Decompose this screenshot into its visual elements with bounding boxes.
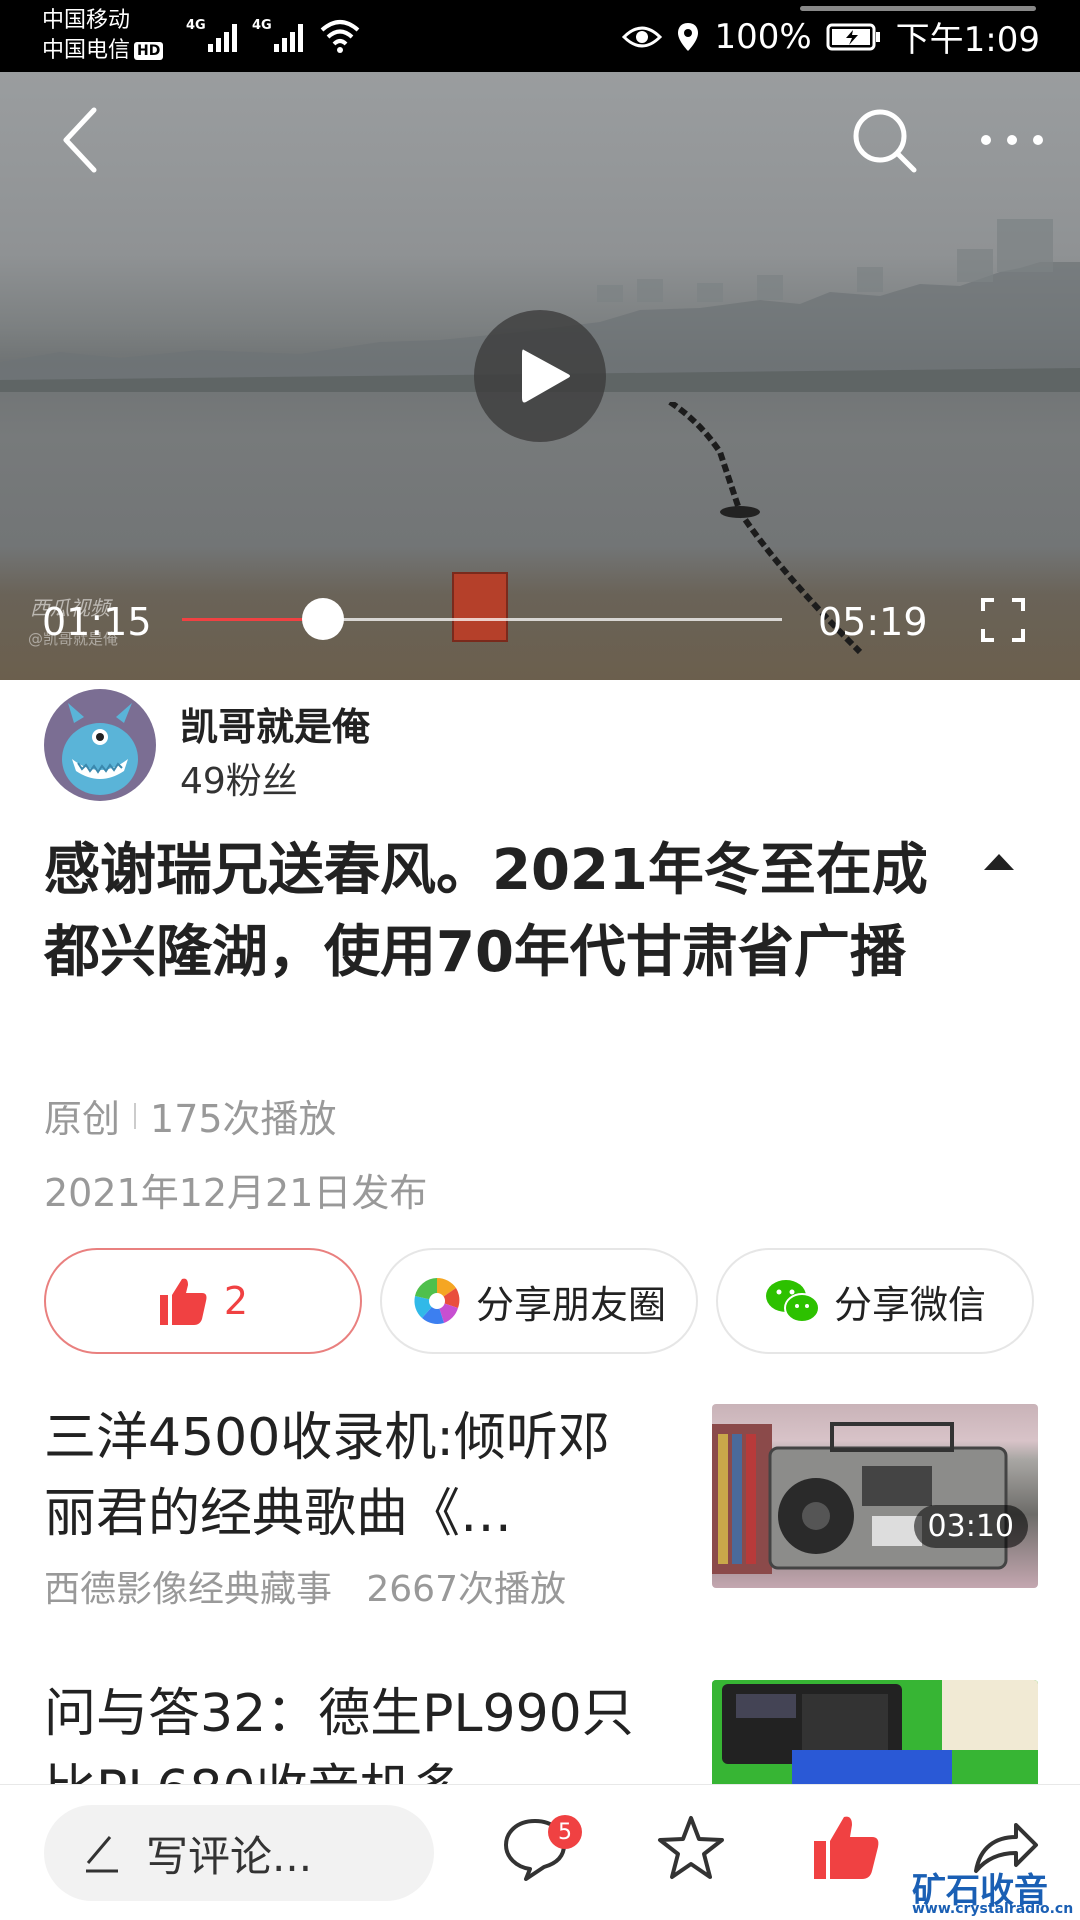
battery-percent: 100% xyxy=(714,16,812,57)
red-sign xyxy=(452,572,508,642)
site-watermark-url: www.crystalradio.cn xyxy=(912,1901,1074,1917)
signal-icon: 4G xyxy=(186,18,238,54)
author-name[interactable]: 凯哥就是俺 xyxy=(180,696,370,751)
current-time: 01:15 xyxy=(42,600,152,644)
share-wechat-button[interactable]: 分享微信 xyxy=(716,1248,1034,1354)
publish-date: 2021年12月21日发布 xyxy=(44,1171,428,1215)
thumbs-up-filled-icon[interactable] xyxy=(812,1813,882,1883)
radio-cassette-image xyxy=(712,1422,1008,1574)
carrier-2: 中国电信 xyxy=(42,38,131,63)
page-title: 感谢瑞兄送春风。2021年冬至在成都兴隆湖，使用70年代甘肃省广播 xyxy=(44,838,928,985)
recommendation-item[interactable]: 问与答32：德生PL990只比PL680收音机多 xyxy=(44,1676,1044,1784)
like-count: 2 xyxy=(223,1279,249,1323)
more-icon[interactable] xyxy=(978,132,1046,148)
comment-placeholder: 写评论... xyxy=(146,1831,313,1881)
thumbs-up-icon xyxy=(159,1278,207,1325)
battery-icon xyxy=(826,23,880,50)
radio-device-image xyxy=(712,1680,1038,1784)
back-icon[interactable] xyxy=(56,102,106,178)
monster-avatar-icon xyxy=(62,703,138,795)
fullscreen-icon[interactable] xyxy=(980,597,1026,643)
wifi-icon xyxy=(320,20,360,53)
star-icon[interactable] xyxy=(656,1813,726,1883)
meta-divider xyxy=(134,1102,137,1129)
share-moments-button[interactable]: 分享朋友圈 xyxy=(380,1248,698,1354)
recommendation-item[interactable]: 三洋4500收录机:倾听邓丽君的经典歌曲《… 西德影像经典藏事 2667次播放 … xyxy=(44,1400,1044,1610)
wechat-icon xyxy=(765,1280,820,1323)
recommendation-meta: 西德影像经典藏事 2667次播放 xyxy=(44,1560,566,1612)
video-player[interactable]: 西瓜视频 @凯哥就是俺 01:15 05:19 xyxy=(0,72,1080,680)
share-wechat-label: 分享微信 xyxy=(833,1282,986,1327)
recommendation-source: 西德影像经典藏事 xyxy=(44,1569,333,1610)
progress-bar[interactable] xyxy=(182,598,782,640)
recommendation-title[interactable]: 问与答32：德生PL990只比PL680收音机多 xyxy=(44,1676,644,1784)
status-bar: 中国移动 中国电信 HD 4G 4G 100% 下午1:09 xyxy=(0,0,1080,72)
share-moments-label: 分享朋友圈 xyxy=(475,1282,666,1327)
avatar[interactable] xyxy=(44,689,156,801)
comment-input[interactable]: 写评论... xyxy=(44,1805,434,1901)
eye-icon xyxy=(622,26,663,47)
signal-icon-2: 4G xyxy=(252,18,304,54)
progress-thumb[interactable] xyxy=(302,598,344,640)
recommendation-duration: 03:10 xyxy=(913,1505,1028,1548)
clock: 下午1:09 xyxy=(895,20,1040,60)
original-label: 原创 xyxy=(44,1097,121,1141)
carrier-info: 中国移动 中国电信 HD xyxy=(42,6,164,66)
hd-badge: HD xyxy=(134,42,164,60)
play-button[interactable] xyxy=(474,310,606,442)
pen-icon xyxy=(86,1836,118,1873)
moments-icon xyxy=(414,1278,460,1324)
location-icon xyxy=(678,22,699,51)
play-count: 175次播放 xyxy=(150,1097,337,1141)
recommendation-plays: 2667次播放 xyxy=(366,1569,566,1610)
bottom-bar: 写评论... 5 矿石收音机 www.crystalradio.cn xyxy=(0,1784,1080,1920)
comment-count-badge: 5 xyxy=(548,1815,582,1849)
play-icon xyxy=(522,349,570,403)
video-meta: 原创 175次播放 xyxy=(44,1088,337,1143)
status-bar-indicator xyxy=(800,6,1036,11)
recommendation-title[interactable]: 三洋4500收录机:倾听邓丽君的经典歌曲《… xyxy=(44,1400,644,1552)
collapse-icon[interactable] xyxy=(982,852,1016,872)
total-time: 05:19 xyxy=(818,600,928,644)
recommendation-thumbnail[interactable] xyxy=(712,1680,1038,1784)
recommendation-thumbnail[interactable]: 03:10 xyxy=(712,1404,1038,1588)
carrier-1: 中国移动 xyxy=(42,8,131,33)
like-button[interactable]: 2 xyxy=(44,1248,362,1354)
author-fans: 49粉丝 xyxy=(180,761,298,802)
search-icon[interactable] xyxy=(850,106,920,176)
